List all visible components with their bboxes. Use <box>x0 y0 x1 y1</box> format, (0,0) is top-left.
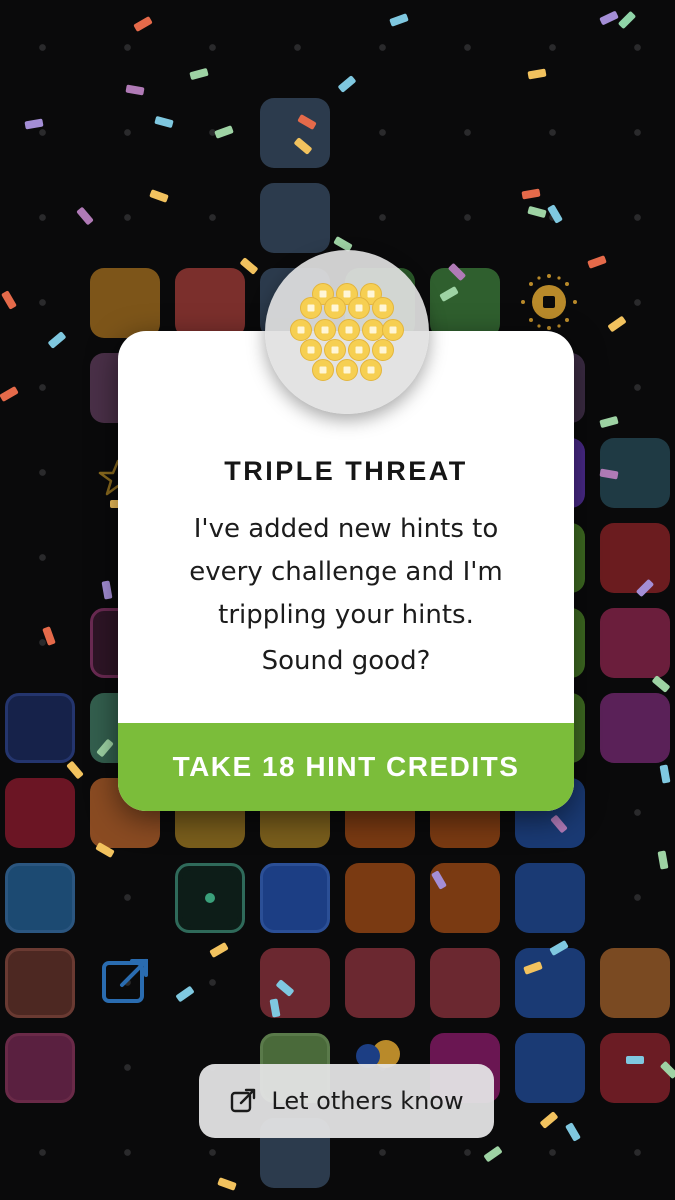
tile[interactable] <box>600 693 670 763</box>
coin-hole <box>389 326 397 334</box>
coin-hole <box>355 304 363 312</box>
coin-hole <box>369 326 377 334</box>
dialog-message-line: trippling your hints. <box>218 600 474 630</box>
coin-badge-icon <box>521 274 577 330</box>
tile[interactable] <box>430 948 500 1018</box>
tile[interactable] <box>5 778 75 848</box>
coin-hole <box>319 366 327 374</box>
coin-hole <box>343 366 351 374</box>
coin-hole <box>345 326 353 334</box>
tile[interactable] <box>430 268 500 338</box>
tile[interactable] <box>5 1033 75 1103</box>
tile[interactable] <box>430 863 500 933</box>
coin-hole <box>297 326 305 334</box>
tile[interactable] <box>90 268 160 338</box>
coin-hole <box>331 304 339 312</box>
tile[interactable] <box>345 948 415 1018</box>
coin-hole <box>343 290 351 298</box>
coin-hole <box>379 346 387 354</box>
coin-hole <box>321 326 329 334</box>
dialog-message-line: every challenge and I'm <box>189 557 503 587</box>
tile[interactable] <box>5 863 75 933</box>
coin-hole <box>331 346 339 354</box>
take-hint-credits-button[interactable]: TAKE 18 HINT CREDITS <box>118 723 574 811</box>
tile[interactable] <box>515 948 585 1018</box>
tile[interactable] <box>5 948 75 1018</box>
tile[interactable] <box>260 98 330 168</box>
tile[interactable] <box>260 183 330 253</box>
coin-hole <box>307 304 315 312</box>
puzzle-board: TRIPLE THREAT I've added new hints to ev… <box>0 0 675 1200</box>
coin-hole <box>379 304 387 312</box>
tile[interactable] <box>5 693 75 763</box>
coin-hole <box>355 346 363 354</box>
share-external-icon <box>102 959 148 1003</box>
coin-hole <box>307 346 315 354</box>
tile[interactable] <box>600 948 670 1018</box>
tile[interactable] <box>515 1033 585 1103</box>
tile[interactable] <box>345 863 415 933</box>
tile[interactable] <box>260 863 330 933</box>
coin-hole <box>367 366 375 374</box>
tile[interactable] <box>515 863 585 933</box>
let-others-know-button[interactable]: Let others know <box>199 1064 494 1138</box>
coin-cluster-icon <box>290 283 404 381</box>
coin-hole <box>319 290 327 298</box>
tile-center-dot <box>205 893 215 903</box>
let-others-know-label: Let others know <box>271 1087 464 1115</box>
share-external-icon <box>231 1088 256 1113</box>
dialog-message-line: I've added new hints to <box>193 514 499 544</box>
dialog-message: I've added new hints to every challenge … <box>148 508 544 637</box>
tile[interactable] <box>600 523 670 593</box>
dialog-title: TRIPLE THREAT <box>224 456 468 486</box>
coin-hole <box>367 290 375 298</box>
tile[interactable] <box>600 608 670 678</box>
confetti-piece <box>626 1056 644 1064</box>
dialog-question: Sound good? <box>261 646 431 676</box>
tile[interactable] <box>175 268 245 338</box>
tile[interactable] <box>600 1033 670 1103</box>
hint-coins-icon <box>265 250 429 414</box>
